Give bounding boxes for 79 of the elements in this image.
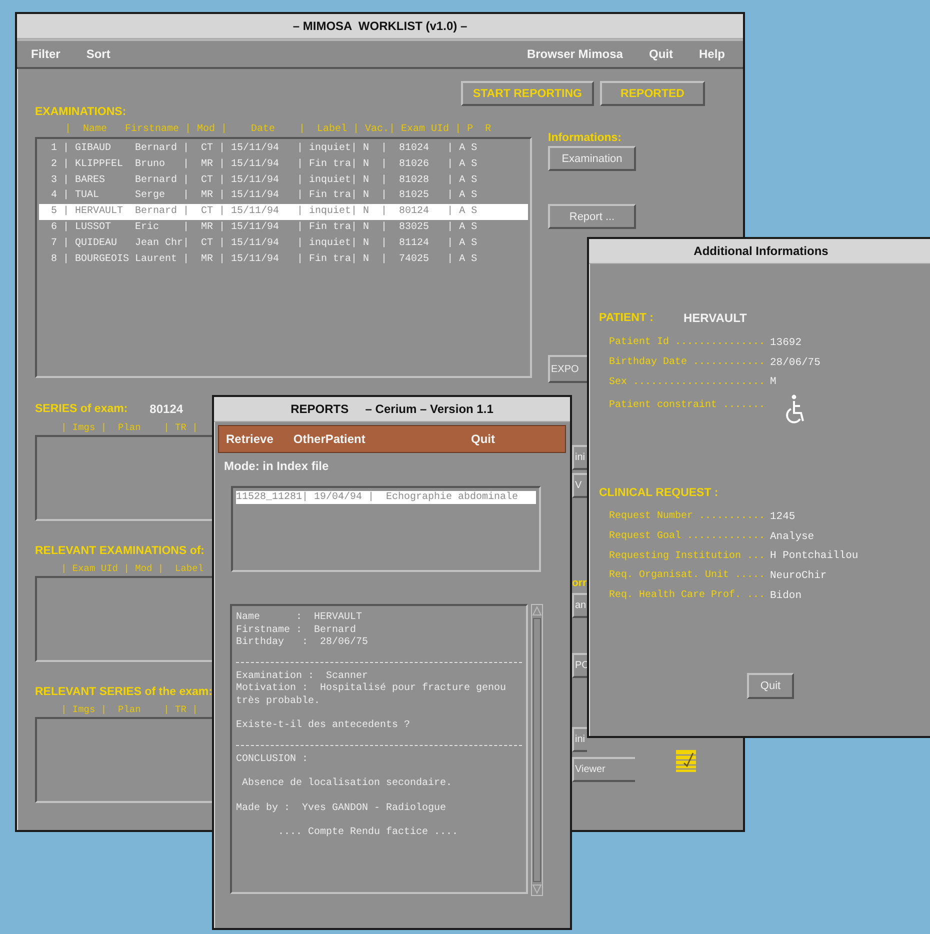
report-line: très probable. — [236, 696, 322, 708]
window-title: Additional Informations — [589, 239, 930, 264]
scroll-down-icon[interactable] — [532, 884, 542, 894]
menu-item[interactable]: Quit — [471, 432, 495, 446]
report-line: Existe-t-il des antecedents ? — [236, 720, 412, 732]
report-line: Name : HERVAULT — [236, 612, 364, 624]
field-label: Req. Health Care Prof. ... — [609, 590, 766, 602]
quit-button[interactable]: Quit — [747, 672, 794, 698]
column-header: | Name Firstname | Mod | Date | Label | Vac.| Exam UId | P R — [65, 124, 492, 135]
report-line: CONCLUSION : — [236, 754, 310, 766]
field-value: 28/06/75 — [770, 356, 820, 369]
toolbar-button[interactable]: REPORTED — [600, 81, 705, 106]
menu-item[interactable]: Retrieve — [226, 432, 274, 446]
index-row[interactable]: 11528_11281| 19/04/94 | Echographie abdominale — [236, 491, 536, 504]
section-title: EXAMINATIONS: — [35, 106, 128, 118]
window-title: – MIMOSA WORKLIST (v1.0) – — [17, 14, 743, 39]
partial-button[interactable]: EXPO — [548, 355, 587, 383]
report-line: Absence de localisation secondaire. — [241, 778, 454, 790]
partial-button[interactable]: an — [572, 593, 587, 618]
menu-item[interactable]: Browser Mimosa — [526, 47, 623, 61]
info-button[interactable]: Report ... — [548, 204, 636, 229]
section-title: RELEVANT EXAMINATIONS of: — [35, 545, 205, 557]
info-button[interactable]: Examination — [548, 146, 636, 171]
field-label: Patient constraint ....... — [609, 400, 766, 412]
examination-row[interactable]: 8 | BOURGEOIS Laurent | MR | 15/11/94 | Fin tra| N | 74025 | A S — [39, 252, 528, 268]
partial-button[interactable]: ini — [572, 727, 587, 752]
field-label: Request Number ........... — [609, 511, 766, 522]
section-title: Informations: — [548, 132, 622, 144]
partial-button[interactable]: Viewer — [572, 757, 635, 782]
field-value: 13692 — [770, 336, 802, 349]
partial-button[interactable]: V — [572, 473, 587, 498]
field-label: Patient Id ............... — [609, 337, 766, 348]
partial-button[interactable]: ini — [572, 445, 587, 470]
field-label: Req. Organisat. Unit ..... — [609, 570, 766, 582]
window-title: REPORTS – Cerium – Version 1.1 — [214, 397, 570, 422]
examination-row[interactable]: 5 | HERVAULT Bernard | CT | 15/11/94 | inquiet| N | 80124 | A S — [39, 204, 528, 220]
report-line: Made by : Yves GANDON - Radiologue — [236, 802, 448, 815]
field-label: Requesting Institution ... — [609, 550, 766, 562]
examination-row[interactable]: 4 | TUAL Serge | MR | 15/11/94 | Fin tra| N | 81025 | A S — [39, 188, 528, 204]
field-value: Analyse — [770, 530, 814, 543]
scrollbar[interactable] — [531, 604, 543, 896]
report-text-area[interactable] — [230, 604, 528, 894]
field-label: Request Goal ............. — [609, 531, 766, 542]
section-title: PATIENT : — [599, 312, 654, 324]
field-value: H Pontchaillou — [770, 550, 858, 562]
field-label: Birthday Date ............ — [609, 357, 766, 368]
examination-row[interactable]: 1 | GIBAUD Bernard | CT | 15/11/94 | inquiet| N | 81024 | A S — [39, 141, 528, 157]
partial-label: orr — [572, 577, 587, 591]
column-header: | Imgs | Plan | TR | — [61, 422, 199, 433]
field-value: 1245 — [770, 510, 796, 523]
field-label: Sex ...................... — [609, 376, 766, 388]
column-header: | Imgs | Plan | TR | — [61, 704, 199, 715]
menu-item[interactable]: OtherPatient — [293, 432, 366, 446]
menu-item[interactable]: Quit — [648, 47, 673, 61]
examination-row[interactable]: 7 | QUIDEAU Jean Chr| CT | 15/11/94 | inquiet| N | 81124 | A S — [39, 236, 528, 252]
column-header: | Exam UId | Mod | Label — [61, 563, 205, 574]
exam-uid: 80124 — [150, 402, 184, 416]
menu-item[interactable]: Sort — [86, 47, 110, 61]
field-value: M — [770, 376, 776, 388]
examination-row[interactable]: 3 | BARES Bernard | CT | 15/11/94 | inquiet| N | 81028 | A S — [39, 172, 528, 188]
menu-item[interactable]: Filter — [31, 47, 60, 61]
checklist-icon[interactable] — [676, 750, 696, 772]
section-title: CLINICAL REQUEST : — [599, 487, 718, 500]
report-line: Firstname : Bernard — [236, 624, 358, 636]
examination-row[interactable]: 2 | KLIPPFEL Bruno | MR | 15/11/94 | Fin tra| N | 81026 | A S — [39, 156, 528, 173]
patient-name: HERVAULT — [684, 311, 747, 325]
section-title: SERIES of exam: — [35, 403, 128, 415]
mode-label: Mode: in Index file — [224, 459, 330, 473]
toolbar-button[interactable]: START REPORTING — [460, 81, 594, 106]
section-title: RELEVANT SERIES of the exam: — [35, 686, 212, 698]
report-line: Birthday : 28/06/75 — [236, 637, 370, 650]
menu-item[interactable]: Help — [698, 47, 725, 61]
examination-row[interactable]: 6 | LUSSOT Eric | MR | 15/11/94 | Fin tra| N | 83025 | A S — [39, 220, 528, 236]
field-value: NeuroChir — [770, 570, 827, 582]
report-line: Examination : Scanner — [236, 670, 370, 682]
report-line: Motivation : Hospitalisé pour fracture genou — [236, 683, 508, 696]
field-value: Bidon — [770, 590, 802, 602]
report-line: .... Compte Rendu factice .... — [277, 827, 460, 840]
scroll-up-icon[interactable] — [532, 606, 542, 616]
